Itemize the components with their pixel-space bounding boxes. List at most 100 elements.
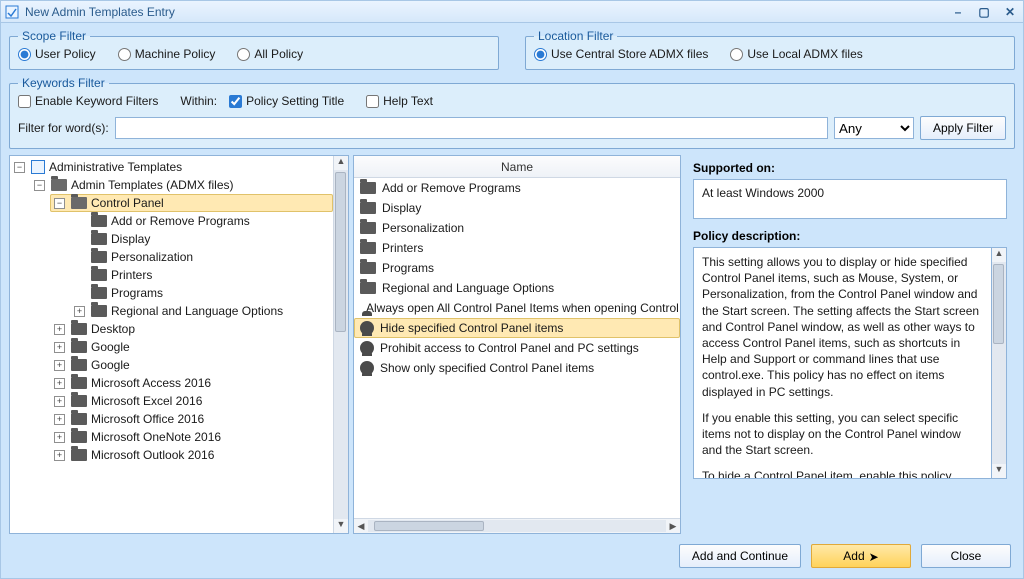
scroll-down-icon[interactable]: ▼	[992, 464, 1006, 478]
tree-node-control-panel[interactable]: − Control Panel	[50, 194, 333, 212]
tree-expander-icon[interactable]: +	[54, 378, 65, 389]
list-item[interactable]: Regional and Language Options	[354, 278, 680, 298]
list-item-label: Prohibit access to Control Panel and PC …	[380, 341, 639, 355]
hscroll-thumb[interactable]	[374, 521, 484, 531]
folder-icon	[360, 222, 376, 234]
tree-expander-icon[interactable]: +	[54, 414, 65, 425]
policy-icon	[360, 361, 374, 375]
tree-expander-icon[interactable]: +	[54, 324, 65, 335]
list-item[interactable]: Hide specified Control Panel items	[354, 318, 680, 338]
folder-icon	[360, 282, 376, 294]
close-button[interactable]: Close	[921, 544, 1011, 568]
scope-label-user: User Policy	[35, 47, 96, 61]
folder-icon	[71, 323, 87, 335]
filter-match-mode-select[interactable]: AnyAllExact	[834, 117, 914, 139]
tree-expander-icon[interactable]: +	[54, 342, 65, 353]
list-item[interactable]: Add or Remove Programs	[354, 178, 680, 198]
policy-icon	[360, 341, 374, 355]
list-item[interactable]: Prohibit access to Control Panel and PC …	[354, 338, 680, 358]
tree-node-sibling-3[interactable]: +Microsoft Access 2016	[50, 374, 333, 392]
scroll-thumb[interactable]	[335, 172, 346, 332]
tree-expander-icon[interactable]: +	[74, 306, 85, 317]
tree-node-cp-child-0[interactable]: Add or Remove Programs	[70, 212, 333, 230]
minimize-button[interactable]: –	[949, 5, 967, 19]
keywords-filter-legend: Keywords Filter	[18, 76, 109, 90]
close-window-button[interactable]: ✕	[1001, 5, 1019, 19]
enable-keyword-filters-checkbox[interactable]	[18, 95, 31, 108]
tree-node-admx[interactable]: − Admin Templates (ADMX files)	[30, 176, 333, 194]
apply-filter-button[interactable]: Apply Filter	[920, 116, 1006, 140]
tree-node-label: Control Panel	[91, 196, 164, 210]
tree-node-sibling-6[interactable]: +Microsoft OneNote 2016	[50, 428, 333, 446]
tree-panel: −Administrative Templates−Admin Template…	[9, 155, 349, 534]
tree-node-cp-child-3[interactable]: Printers	[70, 266, 333, 284]
tree-node-sibling-0[interactable]: +Desktop	[50, 320, 333, 338]
tree-node-sibling-5[interactable]: +Microsoft Office 2016	[50, 410, 333, 428]
list-item-label: Show only specified Control Panel items	[380, 361, 594, 375]
folder-icon	[91, 287, 107, 299]
tree-node-label: Admin Templates (ADMX files)	[71, 178, 234, 192]
vscroll-thumb[interactable]	[993, 264, 1004, 344]
list-item[interactable]: Display	[354, 198, 680, 218]
policy-description-label: Policy description:	[693, 229, 1007, 243]
policy-setting-title-checkbox[interactable]	[229, 95, 242, 108]
list-item[interactable]: Show only specified Control Panel items	[354, 358, 680, 378]
tree-node-sibling-7[interactable]: +Microsoft Outlook 2016	[50, 446, 333, 464]
scroll-up-icon[interactable]: ▲	[334, 156, 348, 170]
list-item[interactable]: Personalization	[354, 218, 680, 238]
list-horizontal-scrollbar[interactable]: ◀ ▶	[354, 518, 680, 533]
list-item[interactable]: Always open All Control Panel Items when…	[354, 298, 680, 318]
folder-icon	[91, 215, 107, 227]
titlebar: New Admin Templates Entry – ▢ ✕	[1, 1, 1023, 23]
tree-node-cp-child-2[interactable]: Personalization	[70, 248, 333, 266]
add-button[interactable]: Add ➤	[811, 544, 911, 568]
scope-radio-machine[interactable]	[118, 48, 131, 61]
folder-icon	[71, 359, 87, 371]
description-scrollbar[interactable]: ▲ ▼	[992, 247, 1007, 479]
tree-expander-icon[interactable]: −	[34, 180, 45, 191]
add-and-continue-button[interactable]: Add and Continue	[679, 544, 801, 568]
list-item-label: Add or Remove Programs	[382, 181, 521, 195]
tree-node-sibling-1[interactable]: + Google	[50, 338, 333, 356]
scope-radio-user[interactable]	[18, 48, 31, 61]
folder-icon	[360, 242, 376, 254]
folder-icon	[91, 251, 107, 263]
tree-scrollbar[interactable]: ▲ ▼	[333, 156, 348, 533]
supported-on-label: Supported on:	[693, 161, 1007, 175]
list-item-label: Printers	[382, 241, 423, 255]
scroll-left-icon[interactable]: ◀	[354, 521, 368, 532]
folder-icon	[71, 413, 87, 425]
filter-for-words-label: Filter for word(s):	[18, 121, 109, 135]
tree-node-label: Administrative Templates	[49, 160, 182, 174]
location-radio-central[interactable]	[534, 48, 547, 61]
tree-node-label: Microsoft Excel 2016	[91, 394, 202, 408]
list-item[interactable]: Programs	[354, 258, 680, 278]
add-button-label: Add	[843, 549, 864, 563]
location-radio-local[interactable]	[730, 48, 743, 61]
app-icon	[5, 5, 19, 19]
scroll-right-icon[interactable]: ▶	[666, 521, 680, 532]
tree-expander-icon[interactable]: −	[54, 198, 65, 209]
tree-expander-icon[interactable]: +	[54, 396, 65, 407]
maximize-button[interactable]: ▢	[975, 5, 993, 19]
tree-expander-icon[interactable]: +	[54, 450, 65, 461]
tree-node-cp-child-1[interactable]: Display	[70, 230, 333, 248]
tree-node-sibling-4[interactable]: + Microsoft Excel 2016	[50, 392, 333, 410]
tree-node-label: Google	[91, 340, 130, 354]
tree-node-cp-child-4[interactable]: Programs	[70, 284, 333, 302]
filter-words-input[interactable]	[115, 117, 828, 139]
tree-expander-icon[interactable]: +	[54, 432, 65, 443]
tree-expander-icon[interactable]: −	[14, 162, 25, 173]
list-item[interactable]: Printers	[354, 238, 680, 258]
scroll-up-icon[interactable]: ▲	[992, 248, 1006, 262]
tree-node-root[interactable]: − Administrative Templates	[10, 158, 333, 176]
scope-radio-all[interactable]	[237, 48, 250, 61]
help-text-checkbox[interactable]	[366, 95, 379, 108]
list-column-header[interactable]: Name	[354, 156, 680, 178]
tree-expander-icon[interactable]: +	[54, 360, 65, 371]
tree-node-sibling-2[interactable]: +Google	[50, 356, 333, 374]
folder-icon	[91, 233, 107, 245]
scroll-down-icon[interactable]: ▼	[334, 519, 348, 533]
tree-node-cp-child-5[interactable]: + Regional and Language Options	[70, 302, 333, 320]
tree-node-label: Regional and Language Options	[111, 304, 283, 318]
